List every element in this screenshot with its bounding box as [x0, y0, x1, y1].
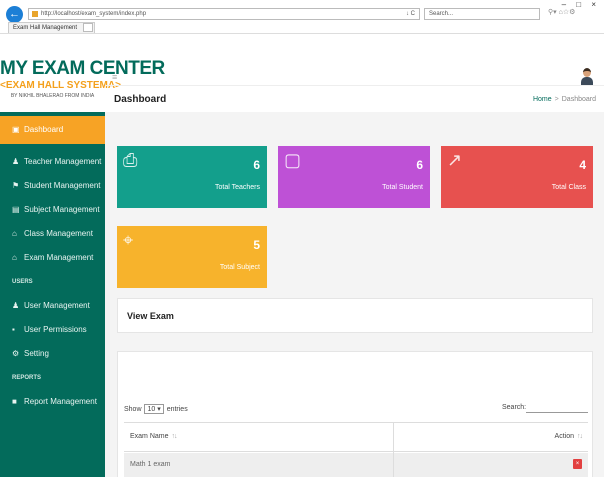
breadcrumb-home-link[interactable]: Home — [533, 96, 552, 103]
window-controls[interactable]: – □ × — [562, 0, 600, 9]
view-exam-panel: View Exam — [117, 298, 593, 333]
browser-search-placeholder: Search... — [429, 11, 454, 17]
show-label: Show — [124, 406, 142, 413]
card-value: 4 — [579, 158, 586, 172]
main-content: ⎙ 6 Total Teachers ▢ 6 Total Student ↗ 4… — [105, 112, 604, 477]
favicon-icon — [32, 11, 38, 17]
avatar[interactable] — [580, 68, 594, 86]
browser-toolbar: ← http://localhost/exam_system/index.php… — [0, 0, 604, 34]
sort-icon: ↑↓ — [171, 433, 178, 440]
view-exam-title: View Exam — [127, 311, 174, 321]
sidebar-item-label: Subject Management — [24, 205, 100, 214]
entries-control: Show 10 ▾ entries — [124, 404, 188, 414]
card-value: 6 — [416, 158, 423, 172]
column-divider — [393, 453, 394, 477]
home-icon: ⌂ — [12, 229, 17, 238]
card-label: Total Teachers — [214, 184, 260, 191]
tab-title: Exam Hall Management — [13, 25, 78, 31]
column-header-action[interactable]: Action ↑↓ — [555, 433, 583, 440]
table-search-label: Search: — [502, 404, 527, 411]
back-arrow-icon[interactable]: ← — [6, 6, 23, 23]
sidebar-item-label: Teacher Management — [24, 157, 102, 166]
card-total-subject[interactable]: ⌖ 5 Total Subject — [117, 226, 267, 288]
entries-value: 10 — [147, 406, 156, 413]
card-value: 5 — [253, 238, 260, 252]
sidebar-item-student-management[interactable]: ⚑ Student Management — [0, 174, 105, 198]
card-label: Total Class — [551, 184, 586, 191]
entries-select[interactable]: 10 ▾ — [144, 404, 164, 414]
sidebar-item-exam-management[interactable]: ⌂ Exam Management — [0, 246, 105, 270]
browser-search-input[interactable]: Search... — [424, 8, 540, 20]
sidebar: MY EXAM CENTER <EXAM HALL SYSTEMA> BY NI… — [0, 34, 165, 477]
sidebar-section-users: USERS — [12, 279, 33, 285]
card-label: Total Subject — [219, 264, 260, 271]
breadcrumb-current: Dashboard — [561, 96, 596, 103]
avatar-head — [583, 68, 591, 77]
header-divider — [105, 85, 604, 86]
file-icon: ■ — [12, 397, 17, 406]
location-pin-icon: ⌖ — [123, 230, 134, 250]
gear-icon: ⚙ — [12, 349, 20, 358]
printer-icon: ⎙ — [123, 150, 138, 170]
card-total-class[interactable]: ↗ 4 Total Class — [441, 146, 593, 208]
sidebar-item-subject-management[interactable]: ▤ Subject Management — [0, 198, 105, 222]
brand-title: MY EXAM CENTER — [0, 58, 165, 79]
breadcrumb: Home > Dashboard — [533, 96, 596, 103]
sidebar-item-label: Dashboard — [24, 125, 64, 134]
sidebar-item-label: Student Management — [24, 181, 101, 190]
sidebar-item-label: User Management — [24, 301, 90, 310]
sidebar-item-label: Class Management — [24, 229, 93, 238]
menu-toggle-icon[interactable]: ≡ — [112, 72, 117, 82]
card-label: Total Student — [382, 184, 423, 191]
users-icon: ♟ — [12, 301, 20, 310]
sidebar-menu: ▣ Dashboard ♟ Teacher Management ⚑ Student … — [0, 116, 105, 414]
card-total-student[interactable]: ▢ 6 Total Student — [278, 146, 430, 208]
column-header-exam-name[interactable]: Exam Name ↑↓ — [130, 433, 178, 440]
sidebar-item-report-management[interactable]: ■ Report Management — [0, 390, 105, 414]
address-text: http://localhost/exam_system/index.php — [41, 11, 147, 17]
exam-table-panel: Show 10 ▾ entries Search: Exam Name ↑↓ Ac… — [117, 351, 593, 477]
sidebar-item-class-management[interactable]: ⌂ Class Management — [0, 222, 105, 246]
table-search-input[interactable] — [526, 412, 588, 413]
sidebar-item-user-management[interactable]: ♟ User Management — [0, 294, 105, 318]
refresh-icon[interactable]: ↓ C — [406, 9, 415, 20]
card-total-teachers[interactable]: ⎙ 6 Total Teachers — [117, 146, 267, 208]
dashboard-icon: ▣ — [12, 125, 20, 134]
new-tab-button[interactable] — [83, 23, 93, 32]
brand-subtitle: <EXAM HALL SYSTEMA> — [0, 80, 121, 91]
sidebar-item-label: Setting — [24, 349, 49, 358]
sidebar-item-teacher-management[interactable]: ♟ Teacher Management — [0, 150, 105, 174]
card-value: 6 — [253, 158, 260, 172]
graduation-cap-icon: ⚑ — [12, 181, 20, 190]
page-title: Dashboard — [114, 94, 167, 105]
lock-icon: ▪ — [12, 325, 15, 334]
table-header: Exam Name ↑↓ Action ↑↓ — [124, 422, 588, 453]
entries-label: entries — [166, 406, 188, 413]
share-icon: ↗ — [447, 150, 463, 170]
sidebar-item-setting[interactable]: ⚙ Setting — [0, 342, 105, 366]
sidebar-item-user-permissions[interactable]: ▪ User Permissions — [0, 318, 105, 342]
user-icon: ♟ — [12, 157, 20, 166]
brand-logo[interactable]: MY EXAM CENTER <EXAM HALL SYSTEMA> BY NI… — [0, 34, 165, 112]
sort-icon: ↑↓ — [577, 433, 583, 440]
sidebar-section-reports: REPORTS — [12, 375, 42, 381]
sidebar-item-label: Exam Management — [24, 253, 94, 262]
sidebar-item-dashboard[interactable]: ▣ Dashboard — [0, 116, 105, 144]
exam-name-cell: Math 1 exam — [130, 461, 171, 468]
delete-button[interactable]: × — [573, 459, 582, 469]
comment-icon: ▢ — [284, 150, 302, 170]
sidebar-item-label: User Permissions — [24, 325, 87, 334]
chevron-down-icon: ▾ — [157, 406, 161, 413]
address-bar[interactable]: http://localhost/exam_system/index.php ↓… — [28, 8, 420, 20]
column-divider — [393, 423, 394, 453]
table-row: Math 1 exam × — [124, 453, 588, 477]
sidebar-item-label: Report Management — [24, 397, 97, 406]
brand-byline: BY NIKHIL BHALERAO FROM INDIA — [10, 93, 95, 99]
breadcrumb-separator: > — [554, 96, 559, 103]
avatar-body — [581, 77, 593, 85]
book-icon: ▤ — [12, 205, 20, 214]
toolbar-icons[interactable]: ⚲▾ ⌂☆⚙ — [548, 8, 575, 16]
home-icon: ⌂ — [12, 253, 17, 262]
